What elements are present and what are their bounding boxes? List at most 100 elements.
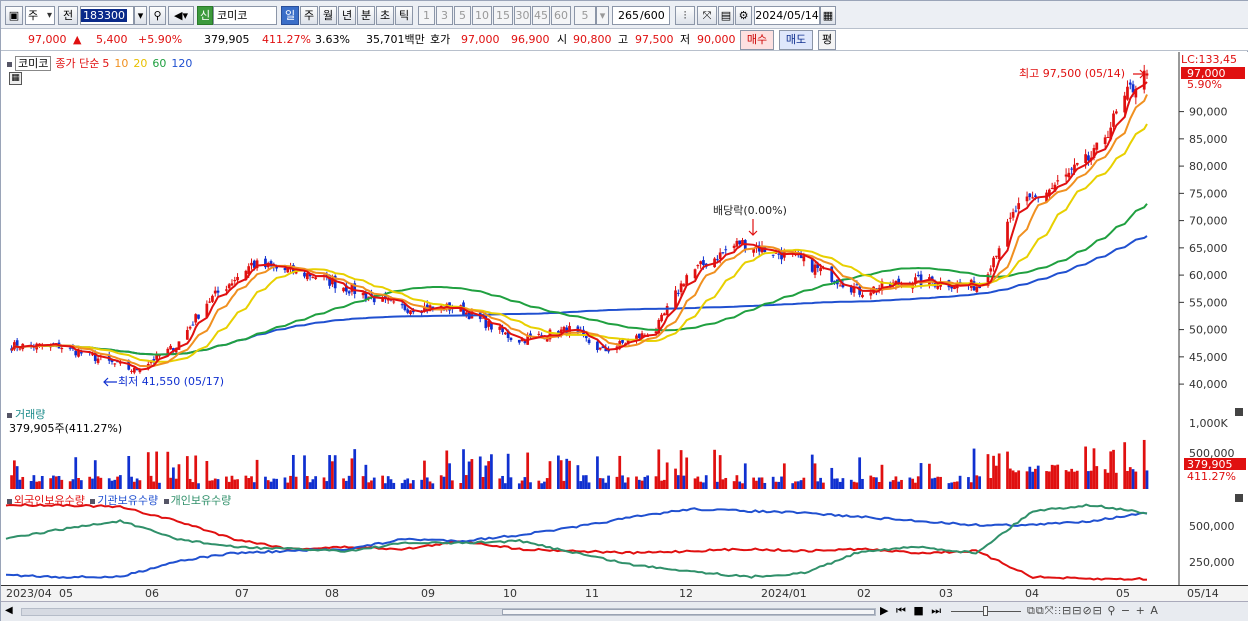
volume-bar xyxy=(623,482,627,489)
interval-5[interactable]: 5 xyxy=(454,6,471,25)
volume-bar xyxy=(208,480,212,489)
candle xyxy=(682,284,686,287)
candle xyxy=(303,272,306,277)
candle xyxy=(1123,95,1127,113)
interval-input[interactable]: 5 xyxy=(574,6,596,25)
volume-bar xyxy=(149,475,153,489)
volume-bar xyxy=(992,455,995,489)
legend-institution[interactable]: 기관보유수량 xyxy=(97,494,158,507)
y-tick-label: 40,000 xyxy=(1189,378,1228,391)
save-icon[interactable]: ▤ xyxy=(718,6,734,25)
volume-bar xyxy=(757,477,761,489)
tab-second[interactable]: 초 xyxy=(376,6,394,25)
quote-amount: 35,701백만 xyxy=(366,33,425,46)
gear-icon[interactable]: ⚙ xyxy=(735,6,752,25)
volume-bar xyxy=(796,481,800,489)
volume-bar xyxy=(93,460,97,489)
zoom-handle[interactable] xyxy=(983,606,988,616)
window-icon[interactable]: ▣ xyxy=(5,6,23,25)
interval-15[interactable]: 15 xyxy=(493,6,513,25)
volume-bar xyxy=(174,478,178,489)
date-input[interactable]: 2024/05/14 xyxy=(754,6,820,25)
volume-bar xyxy=(760,477,764,489)
tab-minute[interactable]: 분 xyxy=(357,6,375,25)
eval-button[interactable]: 평 xyxy=(818,30,836,50)
playback-controls[interactable]: ▶ ⏮ ■ ⏭ xyxy=(880,604,943,618)
tab-day[interactable]: 일 xyxy=(281,6,299,25)
legend-ma60[interactable]: 60 xyxy=(152,57,166,70)
volume-bar xyxy=(205,460,209,489)
candle-icon[interactable]: ⫶ xyxy=(675,6,695,25)
tab-tick[interactable]: 틱 xyxy=(395,6,413,25)
interval-45[interactable]: 45 xyxy=(532,6,550,25)
scroll-left-icon[interactable]: ◀ xyxy=(5,605,13,616)
period-type-select[interactable]: 주 xyxy=(25,6,55,25)
volume-bar xyxy=(230,475,234,489)
code-input[interactable]: 183300 xyxy=(80,6,134,25)
chevron-down-icon[interactable]: ▾ xyxy=(596,6,609,25)
legend: 코미코 종가 단순 5 10 20 60 120 xyxy=(7,55,192,71)
candle xyxy=(861,294,864,298)
chevron-down-icon[interactable]: ▾ xyxy=(134,6,147,25)
crosshair-icon[interactable]: ⤧ xyxy=(697,6,717,25)
tab-month[interactable]: 월 xyxy=(319,6,337,25)
volume-bar xyxy=(169,477,172,489)
interval-30[interactable]: 30 xyxy=(514,6,531,25)
volume-bar xyxy=(576,465,580,489)
candle xyxy=(216,290,220,293)
volume-bar xyxy=(303,455,306,489)
volume-bar xyxy=(68,481,72,489)
interval-60[interactable]: 60 xyxy=(551,6,571,25)
legend-ma120[interactable]: 120 xyxy=(171,57,192,70)
sell-button[interactable]: 매도 xyxy=(779,30,813,50)
scrollbar[interactable] xyxy=(21,608,876,616)
volume-bar xyxy=(635,476,638,489)
y-tick-label: 60,000 xyxy=(1189,269,1228,282)
quote-price: 97,000 xyxy=(28,33,67,46)
tab-week[interactable]: 주 xyxy=(300,6,318,25)
volume-bar xyxy=(1053,465,1057,489)
count-input[interactable]: 265 xyxy=(612,6,640,25)
legend-foreign[interactable]: 외국인보유수량 xyxy=(14,494,85,507)
speaker-icon[interactable]: ◀▾ xyxy=(168,6,194,25)
volume-bar xyxy=(272,478,276,489)
search-icon[interactable]: ⚲ xyxy=(149,6,166,25)
volume-bar xyxy=(1028,466,1032,489)
candle xyxy=(1056,180,1060,182)
price-pane[interactable]: 90,000 85,000 80,000 75,000 70,000 65,000 60,0… xyxy=(1,52,1248,405)
legend-ma10[interactable]: 10 xyxy=(114,57,128,70)
volume-chart[interactable]: 1,000K 500,000 379,905 411.27% xyxy=(1,405,1248,491)
candle xyxy=(1128,82,1132,85)
price-chart[interactable]: 90,000 85,000 80,000 75,000 70,000 65,000 60,0… xyxy=(1,52,1248,405)
volume-bar xyxy=(77,478,80,489)
volume-bar xyxy=(819,477,822,489)
calendar-icon[interactable]: ▦ xyxy=(820,6,836,25)
grid-icon[interactable]: ▦ xyxy=(9,72,22,85)
interval-10[interactable]: 10 xyxy=(472,6,492,25)
chart-tools-icon[interactable]: ⧉⧉⤧⫶⫶⊟⊟⊘⊟ ⚲ − + A xyxy=(1027,604,1159,618)
candle xyxy=(1095,142,1099,150)
scroll-thumb[interactable] xyxy=(502,609,875,615)
tab-year[interactable]: 년 xyxy=(338,6,356,25)
candle xyxy=(1126,86,1129,100)
volume-value: 379,905주(411.27%) xyxy=(9,422,123,435)
legend-ma5[interactable]: 5 xyxy=(102,57,109,70)
volume-pane[interactable]: 1,000K 500,000 379,905 411.27% 거래량 379,9… xyxy=(1,405,1248,491)
volume-bar xyxy=(858,457,862,489)
interval-1[interactable]: 1 xyxy=(418,6,435,25)
candle xyxy=(250,262,253,266)
jeon-button[interactable]: 전 xyxy=(58,6,78,25)
legend-ma20[interactable]: 20 xyxy=(133,57,147,70)
holdings-pane[interactable]: 500,000 250,000 외국인보유수량 기관보유수량 개인보유수량 xyxy=(1,491,1248,585)
volume-bar xyxy=(236,479,239,489)
candle xyxy=(1050,187,1054,189)
interval-3[interactable]: 3 xyxy=(436,6,453,25)
volume-bar xyxy=(308,482,312,489)
buy-button[interactable]: 매수 xyxy=(740,30,774,50)
candle xyxy=(621,339,624,343)
volume-bar xyxy=(537,480,541,489)
volume-bar xyxy=(721,479,725,489)
x-label: 05 xyxy=(59,587,73,600)
legend-individual[interactable]: 개인보유수량 xyxy=(171,494,232,507)
candle xyxy=(392,301,396,303)
